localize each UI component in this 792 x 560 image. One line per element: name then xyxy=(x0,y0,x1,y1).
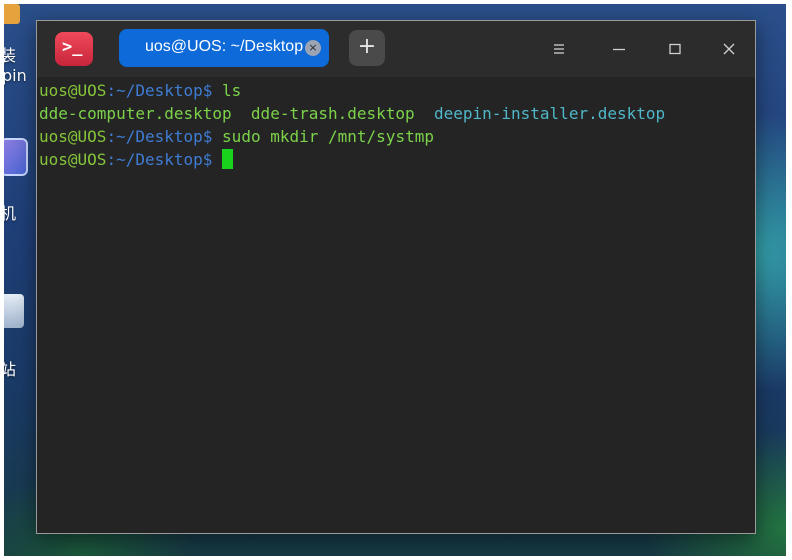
hamburger-menu-icon xyxy=(554,44,564,54)
installer-desktop-label: 装 xyxy=(4,46,17,65)
tab-label: uos@UOS: ~/Desktop xyxy=(145,38,304,55)
tab-uos-desktop[interactable]: uos@UOS: ~/Desktop × xyxy=(119,29,329,67)
prompt-path: :~/Desktop$ xyxy=(106,150,213,169)
desktop-background: 装 pin 机 站 >_ uos@UOS: ~/Desktop × + uos@… xyxy=(4,4,786,556)
maximize-button[interactable] xyxy=(659,33,691,65)
trash-desktop-icon[interactable] xyxy=(4,294,24,328)
minimize-button[interactable] xyxy=(603,33,635,65)
command-text: sudo mkdir /mnt/systmp xyxy=(222,127,434,146)
terminal-line: dde-computer.desktop dde-trash.desktop d… xyxy=(37,102,755,125)
terminal-app-icon[interactable]: >_ xyxy=(55,32,93,66)
close-icon xyxy=(723,43,735,55)
minimize-icon xyxy=(613,48,625,51)
trash-desktop-label: 站 xyxy=(4,360,17,379)
tab-close-icon[interactable]: × xyxy=(305,40,321,56)
terminal-line[interactable]: uos@UOS:~/Desktop$ xyxy=(37,148,755,171)
installer-desktop-label-2: pin xyxy=(4,66,27,85)
terminal-output[interactable]: uos@UOS:~/Desktop$ ls dde-computer.deskt… xyxy=(37,77,755,533)
terminal-window: >_ uos@UOS: ~/Desktop × + uos@UOS:~/Desk… xyxy=(36,20,756,534)
terminal-line: uos@UOS:~/Desktop$ sudo mkdir /mnt/systm… xyxy=(37,125,755,148)
new-tab-button[interactable]: + xyxy=(349,30,385,66)
ls-output-file: dde-trash.desktop xyxy=(250,104,415,123)
menu-button[interactable] xyxy=(543,33,575,65)
computer-desktop-icon[interactable] xyxy=(4,138,28,176)
prompt-user: uos@UOS xyxy=(39,81,107,100)
maximize-icon xyxy=(669,43,681,55)
command-text: ls xyxy=(222,81,242,100)
terminal-app-icon-glyph: >_ xyxy=(62,37,83,57)
computer-desktop-label: 机 xyxy=(4,204,17,223)
prompt-user: uos@UOS xyxy=(39,127,107,146)
text-cursor xyxy=(222,149,234,169)
ls-output-file: deepin-installer.desktop xyxy=(433,104,666,123)
terminal-line: uos@UOS:~/Desktop$ ls xyxy=(37,79,755,102)
prompt-path: :~/Desktop$ xyxy=(106,81,213,100)
prompt-user: uos@UOS xyxy=(39,150,107,169)
installer-desktop-icon[interactable] xyxy=(4,4,20,24)
prompt-path: :~/Desktop$ xyxy=(106,127,213,146)
ls-output-file: dde-computer.desktop xyxy=(39,104,232,123)
close-button[interactable] xyxy=(713,33,745,65)
title-bar[interactable]: >_ uos@UOS: ~/Desktop × + xyxy=(37,21,755,77)
